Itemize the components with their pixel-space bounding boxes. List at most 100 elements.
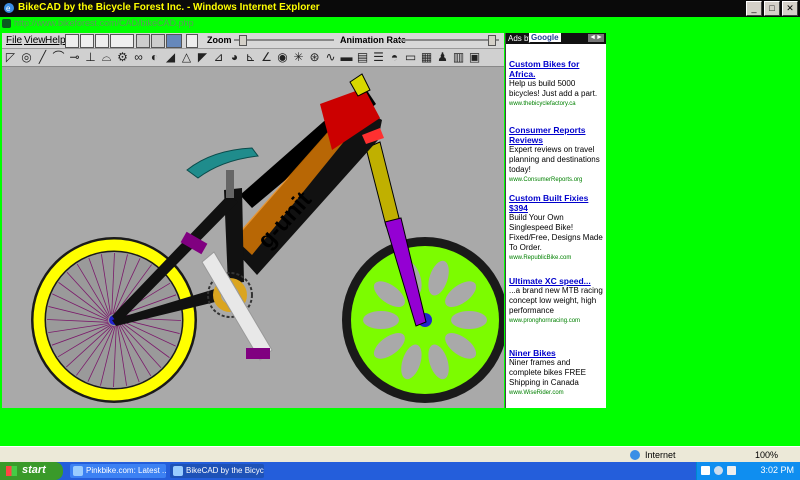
- ad-body: Expert reviews on travel planning and de…: [509, 145, 600, 174]
- ads-nav-arrows[interactable]: ◄►: [588, 34, 604, 42]
- ad-domain[interactable]: www.thebicyclefactory.ca: [509, 99, 604, 109]
- angle-tool-icon[interactable]: ∠: [260, 51, 273, 64]
- ie-page-icon: [73, 466, 83, 476]
- ad-item[interactable]: Custom Built Fixies $394 Build Your Own …: [509, 193, 604, 263]
- dimension-tool-icon[interactable]: ⊿: [212, 51, 225, 64]
- graph-tool-icon[interactable]: ▦: [420, 51, 433, 64]
- page-icon: [2, 19, 11, 28]
- list-tool-icon[interactable]: ☰: [372, 51, 385, 64]
- cable-tool-icon[interactable]: ∿: [324, 51, 337, 64]
- ad-domain[interactable]: www.pronghornracing.com: [509, 316, 604, 326]
- cassette-tool-icon[interactable]: ⊛: [308, 51, 321, 64]
- dropdown-arrow-icon[interactable]: [186, 34, 198, 48]
- bike-drawing-canvas[interactable]: g-unit: [2, 67, 504, 408]
- task-label: Pinkbike.com: Latest ...: [86, 466, 166, 475]
- ad-domain[interactable]: www.WiseRider.com: [509, 388, 604, 398]
- zoom-slider[interactable]: [234, 35, 334, 46]
- flag-icon[interactable]: [166, 34, 182, 48]
- task-label: BikeCAD by the Bicycl...: [186, 466, 264, 475]
- ad-domain[interactable]: www.RepublicBike.com: [509, 253, 604, 263]
- ad-headline[interactable]: Ultimate XC speed...: [509, 276, 604, 286]
- network-icon[interactable]: [714, 466, 723, 475]
- redo-icon[interactable]: [151, 34, 165, 48]
- seatpost-tool-icon[interactable]: ⊥: [84, 51, 97, 64]
- saddle: [186, 147, 259, 179]
- start-button[interactable]: start: [0, 462, 63, 480]
- minimize-button[interactable]: _: [746, 1, 762, 16]
- derailleur-tool-icon[interactable]: ◐: [148, 51, 161, 64]
- maximize-button[interactable]: □: [764, 1, 780, 16]
- status-bar: Internet 100%: [0, 446, 800, 463]
- window-titlebar: e BikeCAD by the Bicycle Forest Inc. - W…: [0, 0, 800, 17]
- print-icon[interactable]: [80, 34, 94, 48]
- hub-tool-icon[interactable]: ◉: [276, 51, 289, 64]
- ad-item[interactable]: Niner Bikes Niner frames and complete bi…: [509, 348, 604, 398]
- crank-tool-icon[interactable]: ⚙: [116, 51, 129, 64]
- ie-page-icon: [173, 466, 183, 476]
- spoke-tool-icon[interactable]: ✳: [292, 51, 305, 64]
- animation-rate-thumb[interactable]: [488, 35, 497, 46]
- ad-body: ...a brand new MTB racing concept low we…: [509, 286, 603, 315]
- seatpost: [226, 170, 234, 198]
- ad-body: Build Your Own Singlespeed Bike! Fixed/F…: [509, 213, 603, 252]
- google-logo: Google: [529, 33, 561, 42]
- taskbar: start Pinkbike.com: Latest ... BikeCAD b…: [0, 462, 800, 480]
- triangle-tool-icon[interactable]: △: [180, 51, 193, 64]
- handlebar-tool-icon[interactable]: ⌒: [52, 51, 65, 64]
- chain-tool-icon[interactable]: ∞: [132, 51, 145, 64]
- menu-help[interactable]: Help: [45, 35, 66, 46]
- address-url[interactable]: http://www.bikeforest.com/CAD/bikeCAD.ph…: [14, 18, 194, 28]
- zoom-level[interactable]: 100%: [755, 450, 778, 460]
- search-icon[interactable]: [65, 34, 79, 48]
- task-button[interactable]: Pinkbike.com: Latest ...: [70, 464, 166, 478]
- ads-sidebar: Ads by Google ◄► Custom Bikes for Africa…: [505, 33, 606, 408]
- ads-header: Ads by Google ◄►: [506, 33, 606, 44]
- animation-rate-slider[interactable]: [399, 35, 499, 46]
- windows-flag-icon: [6, 466, 17, 476]
- close-button[interactable]: ✕: [782, 1, 798, 16]
- menu-bar: File View Help Zoom Animation Rate: [2, 33, 504, 49]
- menu-view[interactable]: View: [24, 35, 46, 46]
- ad-headline[interactable]: Custom Built Fixies $394: [509, 193, 604, 213]
- ad-item[interactable]: Ultimate XC speed... ...a brand new MTB …: [509, 276, 604, 326]
- text-tool-icon[interactable]: ▤: [356, 51, 369, 64]
- security-zone: Internet: [645, 450, 676, 460]
- geometry-tool-icon[interactable]: ⊾: [244, 51, 257, 64]
- zoom-label: Zoom: [207, 35, 232, 45]
- address-bar: http://www.bikeforest.com/CAD/bikeCAD.ph…: [0, 17, 800, 31]
- tube-tool-icon[interactable]: ◤: [196, 51, 209, 64]
- eye-tool-icon[interactable]: ◓: [388, 51, 401, 64]
- fork-tool-icon[interactable]: ╱: [36, 51, 49, 64]
- page-icon-2[interactable]: [95, 34, 109, 48]
- volume-icon[interactable]: [727, 466, 736, 475]
- color-wheel-icon[interactable]: ◕: [228, 51, 241, 64]
- ad-headline[interactable]: Niner Bikes: [509, 348, 604, 358]
- brake-tool-icon[interactable]: ◢: [164, 51, 177, 64]
- ad-item[interactable]: Custom Bikes for Africa. Help us build 5…: [509, 59, 604, 109]
- help-icon[interactable]: [701, 466, 710, 475]
- stem-tool-icon[interactable]: ⊸: [68, 51, 81, 64]
- rider-tool-icon[interactable]: ♟: [436, 51, 449, 64]
- ad-item[interactable]: Consumer Reports Reviews Expert reviews …: [509, 125, 604, 185]
- menu-file[interactable]: File: [6, 35, 22, 46]
- zoom-slider-thumb[interactable]: [238, 35, 247, 46]
- notes-tool-icon[interactable]: ▣: [468, 51, 481, 64]
- bike-drawing: g-unit: [31, 73, 504, 403]
- task-button-active[interactable]: BikeCAD by the Bicycl...: [170, 464, 264, 478]
- layers-tool-icon[interactable]: ▥: [452, 51, 465, 64]
- window-title: BikeCAD by the Bicycle Forest Inc. - Win…: [18, 2, 320, 13]
- ad-body: Niner frames and complete bikes FREE Shi…: [509, 358, 586, 387]
- ad-domain[interactable]: www.ConsumerReports.org: [509, 175, 604, 185]
- frame-view-icon[interactable]: [110, 34, 134, 48]
- ad-headline[interactable]: Consumer Reports Reviews: [509, 125, 604, 145]
- frame-tool-icon[interactable]: ◸: [4, 51, 17, 64]
- pedal-tool-icon[interactable]: ▬: [340, 51, 353, 64]
- clock: 3:02 PM: [760, 465, 794, 475]
- undo-icon[interactable]: [136, 34, 150, 48]
- system-tray: 3:02 PM: [696, 462, 800, 480]
- saddle-tool-icon[interactable]: ⌓: [100, 51, 113, 64]
- ruler-tool-icon[interactable]: ▭: [404, 51, 417, 64]
- globe-icon: [630, 450, 640, 460]
- ad-headline[interactable]: Custom Bikes for Africa.: [509, 59, 604, 79]
- wheel-tool-icon[interactable]: ◎: [20, 51, 33, 64]
